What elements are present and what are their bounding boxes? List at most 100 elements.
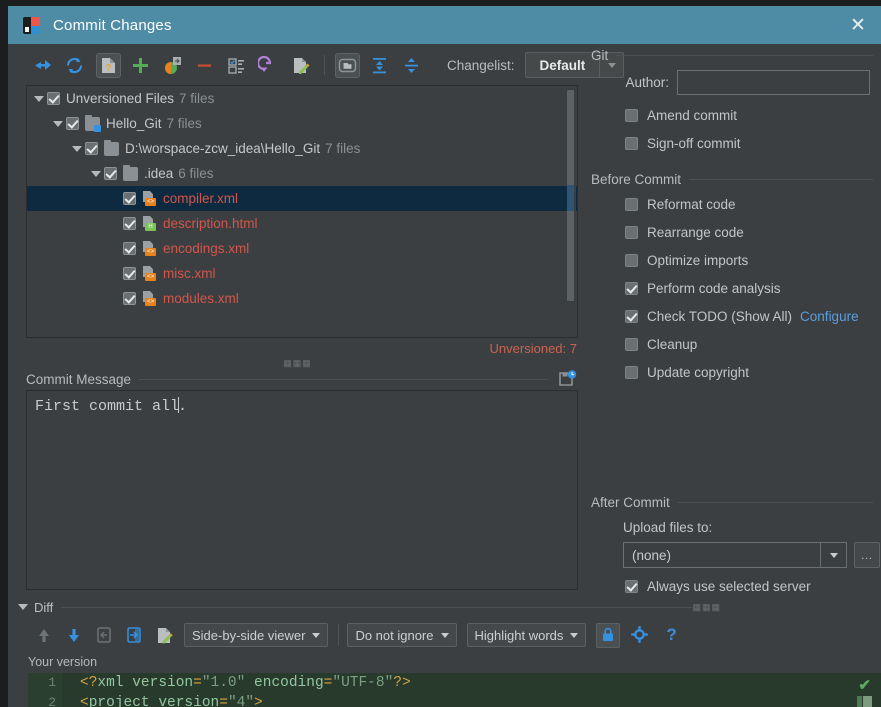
xml-file-icon: <> <box>142 291 157 306</box>
always-use-selected-server-checkbox[interactable]: Always use selected server <box>625 574 811 598</box>
update-copyright-label: Update copyright <box>647 364 750 380</box>
tree-row-label: Unversioned Files <box>66 91 175 106</box>
chevron-down-icon[interactable] <box>50 116 66 132</box>
update-copyright-checkbox[interactable]: Update copyright <box>625 360 749 384</box>
tree-row[interactable]: <> misc.xml <box>27 261 577 286</box>
accept-left-icon[interactable] <box>94 625 114 645</box>
check-todo-label: Check TODO (Show All) <box>647 308 793 324</box>
delete-icon[interactable] <box>194 55 215 76</box>
tree-scrollbar[interactable] <box>567 87 576 337</box>
changelist-label: Changelist: <box>447 58 515 73</box>
commit-message-input[interactable]: First commit all. <box>26 390 578 590</box>
group-by-directory-icon[interactable] <box>335 52 360 78</box>
tree-row-checkbox[interactable] <box>123 242 136 255</box>
reformat-code-checkbox[interactable]: Reformat code <box>625 192 736 216</box>
chevron-down-icon[interactable] <box>18 604 28 610</box>
intellij-idea-icon <box>23 16 40 34</box>
tree-row[interactable]: <> encodings.xml <box>27 236 577 261</box>
tree-row[interactable]: Hello_Git 7 files <box>27 111 577 136</box>
tree-row-label: .idea <box>144 166 174 181</box>
ignore-mode-combo[interactable]: Do not ignore <box>347 623 457 647</box>
changes-tree[interactable]: Unversioned Files 7 files Hello_Git 7 files… <box>26 85 578 338</box>
tree-row-label: D:\worspace-zcw_idea\Hello_Git <box>125 141 321 156</box>
tree-row-checkbox[interactable] <box>66 117 79 130</box>
edit-source-icon[interactable] <box>290 55 311 76</box>
tree-row[interactable]: Hdescription.html <box>27 211 577 236</box>
accept-right-icon[interactable] <box>124 625 144 645</box>
lock-icon[interactable] <box>596 622 621 648</box>
perform-code-analysis-checkbox[interactable]: Perform code analysis <box>625 276 781 300</box>
group-by-icon[interactable] <box>226 55 247 76</box>
chevron-down-icon[interactable] <box>69 141 85 157</box>
code-line: <?xml version="1.0" encoding="UTF-8"?> <box>80 675 411 691</box>
tree-row-count: 7 files <box>325 141 361 156</box>
collapse-all-icon[interactable] <box>401 55 422 76</box>
tree-splitter[interactable]: ▦▦▦ <box>8 356 587 370</box>
before-commit-group-label: Before Commit <box>591 172 682 187</box>
diff-gutter: 1 2 <box>28 673 62 707</box>
diff-code-pane[interactable]: 1 2 <?xml version="1.0" encoding="UTF-8"… <box>28 673 881 707</box>
refresh-icon[interactable] <box>64 55 85 76</box>
tree-scrollbar-marker <box>567 185 574 211</box>
chevron-down-icon[interactable] <box>820 543 846 567</box>
commit-message-text: First commit all. <box>35 397 569 415</box>
edit-source-icon[interactable] <box>154 625 174 645</box>
tree-row-checkbox[interactable] <box>47 92 60 105</box>
tree-row-checkbox[interactable] <box>123 217 136 230</box>
line-number: 1 <box>48 675 56 690</box>
tree-row-checkbox[interactable] <box>123 292 136 305</box>
browse-servers-button[interactable]: … <box>854 542 880 568</box>
close-icon[interactable]: ✕ <box>835 6 881 44</box>
unversioned-files-icon[interactable]: ? <box>96 52 121 78</box>
commit-message-value: First commit all. <box>35 397 188 415</box>
tree-row-checkbox[interactable] <box>104 167 117 180</box>
optimize-imports-checkbox[interactable]: Optimize imports <box>625 248 748 272</box>
xml-file-icon: <> <box>142 266 157 281</box>
tree-row[interactable]: .idea 6 files <box>27 161 577 186</box>
sign-off-commit-checkbox[interactable]: Sign-off commit <box>625 131 741 155</box>
inspection-status-icon[interactable]: ✔ <box>858 676 871 694</box>
highlight-mode-combo[interactable]: Highlight words <box>466 623 587 647</box>
diff-section-label: Diff <box>34 599 54 615</box>
tree-row-checkbox[interactable] <box>85 142 98 155</box>
diff-section-header[interactable]: Diff ▦▦▦ <box>18 597 881 617</box>
after-commit-group-label: After Commit <box>591 495 670 510</box>
check-todo-checkbox[interactable]: Check TODO (Show All) Configure <box>625 304 859 328</box>
next-difference-icon[interactable] <box>64 625 84 645</box>
help-icon[interactable]: ? <box>666 625 676 645</box>
viewer-mode-combo[interactable]: Side-by-side viewer <box>184 623 329 647</box>
checkbox-box <box>625 108 638 122</box>
left-pane: ? Changelist: Default Unversioned Files … <box>8 44 625 595</box>
chevron-down-icon[interactable] <box>31 91 47 107</box>
expand-all-icon[interactable] <box>369 55 390 76</box>
amend-commit-checkbox[interactable]: Amend commit <box>625 103 737 127</box>
author-field[interactable] <box>677 69 870 95</box>
gear-icon[interactable] <box>630 625 650 645</box>
move-to-changelist-icon[interactable] <box>162 55 183 76</box>
tree-row[interactable]: D:\worspace-zcw_idea\Hello_Git 7 files <box>27 136 577 161</box>
changelist-value: Default <box>539 57 586 73</box>
commit-message-header: Commit Message <box>26 369 578 389</box>
tree-row[interactable]: Unversioned Files 7 files <box>27 86 577 111</box>
tree-row[interactable]: <> compiler.xml <box>27 186 577 211</box>
rearrange-code-checkbox[interactable]: Rearrange code <box>625 220 744 244</box>
diff-pane-label: Your version <box>28 655 98 669</box>
previous-difference-icon[interactable] <box>34 625 54 645</box>
message-history-icon[interactable] <box>556 369 578 389</box>
add-to-vcs-icon[interactable] <box>130 55 151 76</box>
right-pane: Git Author: Amend commit Sign-off commit… <box>591 44 881 595</box>
revert-icon[interactable] <box>256 55 279 76</box>
tree-row[interactable]: <> modules.xml <box>27 286 577 311</box>
tree-row-label: misc.xml <box>163 266 216 281</box>
configure-todo-link[interactable]: Configure <box>800 309 859 324</box>
tree-row-checkbox[interactable] <box>123 267 136 280</box>
chevron-down-icon[interactable] <box>88 166 104 182</box>
diff-splitter-grip[interactable]: ▦▦▦ <box>692 602 881 613</box>
after-commit-group-header: After Commit <box>591 495 881 510</box>
tree-row-checkbox[interactable] <box>123 192 136 205</box>
show-diff-icon[interactable] <box>32 55 53 76</box>
upload-server-combo[interactable]: (none) <box>623 542 847 568</box>
highlight-mode-value: Highlight words <box>474 627 564 643</box>
svg-text:?: ? <box>105 63 111 74</box>
cleanup-checkbox[interactable]: Cleanup <box>625 332 697 356</box>
